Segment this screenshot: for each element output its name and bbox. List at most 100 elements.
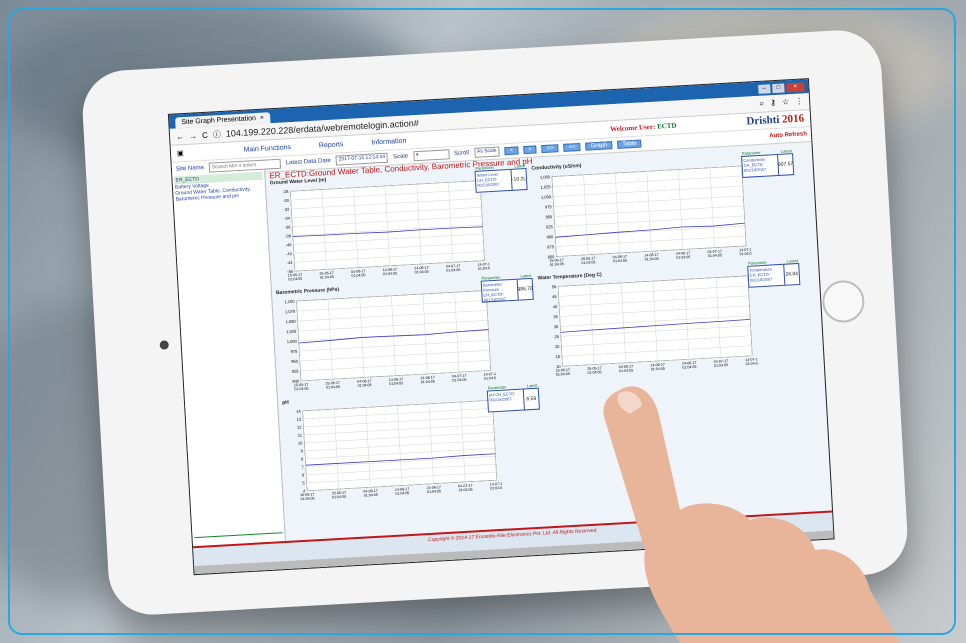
auto-refresh-toggle[interactable]: Auto Refresh bbox=[769, 131, 807, 139]
x-tick-label: 01:04:05 bbox=[708, 253, 722, 258]
y-tick-label: 925 bbox=[292, 369, 300, 374]
chart-svg: 1,1001,0751,0501,0251,00097595092590015-… bbox=[284, 290, 496, 392]
y-tick-label: 45 bbox=[552, 294, 557, 299]
zoom-icon[interactable]: ⌕ bbox=[759, 99, 764, 109]
y-tick-label: 925 bbox=[546, 224, 554, 229]
x-tick-label: 01:04:05 bbox=[588, 370, 602, 375]
hand-shape bbox=[603, 386, 900, 643]
y-tick-label: 14 bbox=[296, 408, 301, 413]
latest-label: Latest bbox=[526, 382, 538, 389]
parameter-box: Parameter Latest pH CH_ECTD-001/18/2007 6.5… bbox=[486, 383, 540, 413]
chart-svg: 141312111098765415-05-1701:04:0525-05-17… bbox=[296, 400, 503, 501]
parameter-box: Parameter Latest Temperature CH_ECTD-001/1… bbox=[747, 258, 801, 288]
latest-value: -10.2L bbox=[510, 169, 527, 190]
y-tick-label: -32 bbox=[283, 207, 290, 212]
y-tick-label: 6 bbox=[302, 472, 305, 477]
x-tick-label: 01:04:05 bbox=[452, 378, 466, 383]
brand-name: Drishti bbox=[746, 113, 780, 128]
maximize-icon[interactable]: □ bbox=[772, 83, 785, 94]
parameter-box: Parameter Latest Conductivity CH_ECTD-001/… bbox=[741, 148, 795, 178]
graph-button[interactable]: Graph bbox=[585, 141, 613, 151]
table-button[interactable]: Table bbox=[617, 139, 642, 149]
x-tick-label: 01:04:05 bbox=[294, 387, 308, 392]
y-tick-label: -36 bbox=[284, 224, 291, 229]
reload-icon[interactable]: C bbox=[202, 130, 208, 139]
menu-information[interactable]: Information bbox=[371, 137, 406, 146]
y-tick-label: -42 bbox=[286, 251, 293, 256]
x-tick-label: 01:04:05 bbox=[446, 268, 460, 273]
menu-main-functions[interactable]: Main Functions bbox=[243, 144, 291, 154]
x-tick-label: 01:04:05 bbox=[358, 383, 372, 388]
y-tick-label: 950 bbox=[545, 214, 553, 219]
latest-label: Latest bbox=[520, 272, 532, 279]
scroll-label: Scroll bbox=[453, 150, 470, 158]
close-window-icon[interactable]: × bbox=[786, 82, 805, 93]
parameter-label: Parameter bbox=[481, 274, 501, 281]
y-tick-label: 1,025 bbox=[540, 184, 551, 190]
latest-label: Latest bbox=[514, 163, 526, 169]
star-icon[interactable]: ☆ bbox=[782, 97, 790, 107]
x-tick-label: 01:04:05 bbox=[714, 363, 728, 368]
x-tick-label: 01:04:05 bbox=[421, 379, 435, 384]
y-tick-label: 875 bbox=[547, 244, 555, 249]
divider bbox=[194, 532, 283, 539]
y-tick-label: 1,100 bbox=[284, 299, 295, 305]
forward-icon[interactable]: → bbox=[189, 131, 197, 140]
latest-label: Latest bbox=[780, 148, 793, 154]
y-tick-label: 950 bbox=[291, 359, 299, 364]
x-tick-label: 01:04:05 bbox=[484, 376, 496, 381]
y-tick-label: -44 bbox=[286, 260, 293, 265]
parameter-label: Parameter bbox=[475, 164, 495, 171]
x-tick-label: 01:04:05 bbox=[556, 372, 570, 377]
x-tick-label: 01:04:05 bbox=[300, 496, 314, 501]
parameter-label: Parameter bbox=[741, 149, 761, 156]
y-tick-label: 7 bbox=[301, 464, 304, 469]
key-icon[interactable]: ⚷ bbox=[770, 98, 776, 108]
broken-image-icon: ▣ bbox=[176, 150, 184, 158]
y-tick-label: 1,075 bbox=[285, 309, 296, 315]
x-tick-label: 01:04:05 bbox=[415, 270, 429, 275]
x-tick-label: 01:04:05 bbox=[395, 491, 409, 496]
nav-first-button[interactable]: << bbox=[563, 142, 581, 152]
back-icon[interactable]: ← bbox=[176, 132, 184, 141]
y-tick-label: -34 bbox=[284, 215, 291, 220]
y-tick-label: 25 bbox=[554, 334, 559, 339]
nav-last-button[interactable]: >> bbox=[541, 144, 559, 154]
y-tick-label: -28 bbox=[282, 189, 289, 194]
y-tick-label: 20 bbox=[555, 344, 560, 349]
latest-value: 986.76 bbox=[516, 278, 533, 300]
y-tick-label: 35 bbox=[553, 314, 558, 319]
close-icon[interactable]: × bbox=[260, 115, 264, 122]
menu-reports[interactable]: Reports bbox=[319, 141, 344, 149]
x-tick-label: 01:04:05 bbox=[490, 486, 502, 491]
y-tick-label: 11 bbox=[298, 432, 303, 437]
home-button[interactable] bbox=[821, 279, 866, 324]
nav-prev-button[interactable]: < bbox=[504, 146, 519, 156]
latest-value: 6.59 bbox=[522, 388, 539, 410]
welcome-user: ECTD bbox=[656, 121, 677, 131]
parameter-name: Barometric Pressure CH_ECTD-001/18/2007 bbox=[482, 281, 507, 303]
minimize-icon[interactable]: – bbox=[758, 84, 771, 94]
welcome-label: Welcome User: bbox=[609, 122, 656, 134]
chart-svg: -28-30-32-34-36-38-40-42-44-4615-05-1701… bbox=[282, 180, 490, 281]
latest-label: Latest bbox=[786, 257, 799, 264]
parameter-box: Parameter Latest Barometric Pressure CH_EC… bbox=[480, 273, 534, 303]
chart-0: Ground Water Level (m) -28 -30 -32 -34 -36 -38… bbox=[270, 163, 530, 285]
x-tick-label: 01:04:05 bbox=[746, 361, 758, 366]
nav-next-button[interactable]: > bbox=[522, 145, 537, 155]
welcome-text: Welcome User: ECTD bbox=[610, 122, 677, 134]
x-tick-label: 01:04:05 bbox=[326, 385, 340, 390]
y-tick-label: 9 bbox=[300, 448, 303, 453]
x-tick-label: 01:04:05 bbox=[459, 488, 473, 493]
x-tick-label: 01:04:05 bbox=[478, 266, 490, 271]
x-tick-label: 01:04:05 bbox=[619, 368, 633, 373]
parameter-name: pH CH_ECTD-001/18/2007 bbox=[488, 390, 516, 403]
pointing-hand bbox=[603, 386, 900, 643]
y-tick-label: -38 bbox=[285, 233, 292, 238]
latest-date-label: Latest Data Date bbox=[285, 157, 331, 167]
y-tick-label: 1,050 bbox=[285, 319, 296, 325]
x-tick-label: 01:04:05 bbox=[389, 381, 403, 386]
y-tick-label: -30 bbox=[283, 198, 290, 203]
x-tick-label: 01:04:05 bbox=[676, 255, 690, 260]
menu-dots-icon[interactable]: ⋮ bbox=[795, 96, 804, 106]
